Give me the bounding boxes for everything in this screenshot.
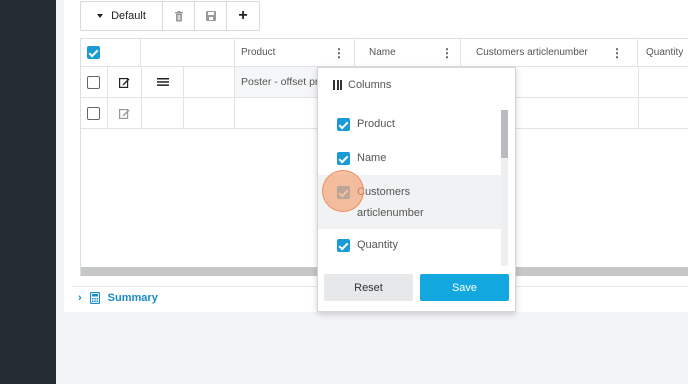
chevron-right-icon: › xyxy=(78,292,82,304)
edit-icon[interactable] xyxy=(119,77,130,88)
drag-cell xyxy=(142,98,184,128)
row-select-cell xyxy=(81,67,108,97)
columns-icon xyxy=(333,80,342,90)
column-option-product[interactable]: Product xyxy=(318,118,503,131)
layout-select-label: Default xyxy=(111,10,146,22)
column-checkbox[interactable] xyxy=(337,118,350,131)
edit-cell xyxy=(108,67,142,97)
calculator-icon xyxy=(89,292,100,304)
edit-icon[interactable] xyxy=(119,108,130,119)
trash-icon xyxy=(174,10,183,21)
popup-scrollbar-thumb[interactable] xyxy=(501,110,508,158)
grid-toolbar: Default + xyxy=(80,1,260,31)
column-option-label: Customers articlenumber xyxy=(357,186,424,219)
select-all-cell xyxy=(81,39,141,66)
edit-cell xyxy=(108,98,142,128)
column-checkbox[interactable] xyxy=(337,239,350,252)
column-menu-icon[interactable]: ⋮ xyxy=(441,46,453,60)
row-select-cell xyxy=(81,98,108,128)
layout-select-button[interactable]: Default xyxy=(81,2,163,30)
columns-popup-title: Columns xyxy=(333,79,391,91)
row-checkbox[interactable] xyxy=(87,106,100,120)
quantity-cell[interactable] xyxy=(638,98,688,128)
caret-down-icon xyxy=(97,14,104,18)
app-sidebar xyxy=(0,0,56,384)
column-option-name[interactable]: Name xyxy=(318,152,503,165)
header-quantity-label: Quantity xyxy=(646,47,684,58)
floppy-disk-icon xyxy=(205,11,216,21)
grid-header-row: Product ⋮ Name ⋮ Customers articlenumber… xyxy=(81,39,688,67)
delete-layout-button[interactable] xyxy=(163,2,195,30)
header-spacer-cell xyxy=(141,39,235,66)
header-customers-articlenumber-label: Customers articlenumber xyxy=(476,47,588,58)
drag-handle-icon[interactable] xyxy=(156,78,169,86)
column-option-label: Name xyxy=(357,152,387,164)
save-button[interactable]: Save xyxy=(420,274,509,301)
column-option-quantity[interactable]: Quantity xyxy=(318,239,503,252)
column-option-label: Product xyxy=(357,118,395,130)
product-value: Poster - offset pr xyxy=(241,76,319,88)
header-name-label: Name xyxy=(369,47,396,58)
drag-cell xyxy=(142,67,184,97)
header-customers-articlenumber[interactable]: Customers articlenumber ⋮ xyxy=(461,39,638,66)
header-product[interactable]: Product ⋮ xyxy=(235,39,355,66)
header-product-label: Product xyxy=(241,47,276,58)
select-all-checkbox[interactable] xyxy=(87,46,100,59)
header-quantity[interactable]: Quantity xyxy=(638,39,688,66)
column-menu-icon[interactable]: ⋮ xyxy=(333,46,345,60)
column-menu-icon[interactable]: ⋮ xyxy=(611,46,623,60)
row-checkbox[interactable] xyxy=(87,75,100,89)
column-option-label: Quantity xyxy=(357,239,398,251)
plus-icon: + xyxy=(238,7,248,24)
click-indicator xyxy=(322,170,364,212)
empty-cell xyxy=(184,67,235,97)
summary-label: Summary xyxy=(107,292,158,304)
reset-button[interactable]: Reset xyxy=(324,274,413,301)
header-name[interactable]: Name ⋮ xyxy=(355,39,461,66)
save-layout-button[interactable] xyxy=(195,2,227,30)
add-layout-button[interactable]: + xyxy=(227,2,259,30)
quantity-cell[interactable] xyxy=(638,67,688,97)
column-checkbox[interactable] xyxy=(337,152,350,165)
summary-toggle[interactable]: › Summary xyxy=(78,292,158,304)
columns-title-label: Columns xyxy=(348,79,392,91)
empty-cell xyxy=(184,98,235,128)
